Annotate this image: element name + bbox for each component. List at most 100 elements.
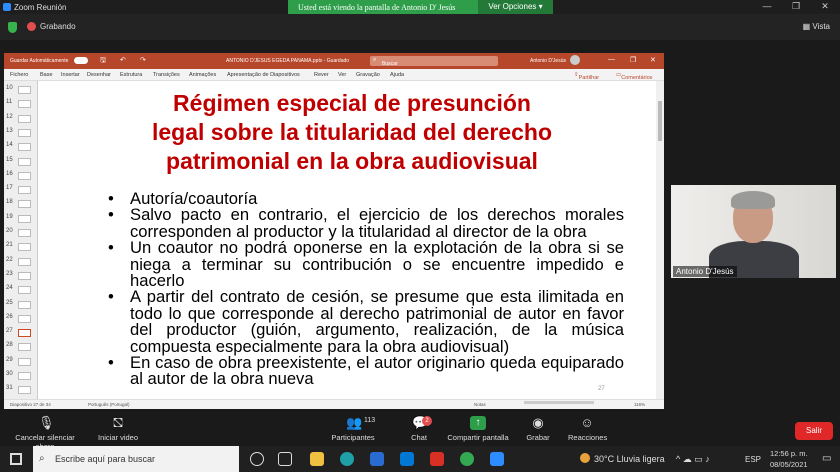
view-button[interactable]: ▦ Vista xyxy=(803,22,830,31)
reactions-button[interactable]: ☺ Reacciones xyxy=(568,416,607,443)
tab-desenhar[interactable]: Desenhar xyxy=(87,72,111,78)
ppt-search-placeholder: Buscar xyxy=(382,61,398,67)
thumbnail-number: 29 xyxy=(6,356,13,363)
slide-thumbnail[interactable] xyxy=(18,186,31,195)
powerpoint-window: Guardar Automáticamente 🖫 ↶ ↷ ANTONIO D'… xyxy=(4,53,664,440)
avatar[interactable] xyxy=(570,55,580,65)
slide-thumbnail[interactable] xyxy=(18,243,31,252)
thumbnail-number: 18 xyxy=(6,199,13,206)
slide-title: Régimen especial de presunción legal sob… xyxy=(48,89,656,176)
tab-gravacao[interactable]: Gravação xyxy=(356,72,380,78)
slide-thumbnail[interactable] xyxy=(18,100,31,109)
share-screen-icon: ↑ xyxy=(470,416,486,430)
close-icon[interactable]: ✕ xyxy=(814,1,836,12)
task-view-icon[interactable] xyxy=(278,452,292,466)
tab-ajuda[interactable]: Ajuda xyxy=(390,72,404,78)
language-indicator[interactable]: ESP xyxy=(745,455,761,464)
tab-rever[interactable]: Rever xyxy=(314,72,329,78)
share-screen-label: Compartir pantalla xyxy=(447,433,509,442)
weather-icon[interactable] xyxy=(580,453,590,463)
clock-date[interactable]: 08/05/2021 xyxy=(770,460,808,469)
edge-icon[interactable] xyxy=(340,452,354,466)
language-indicator[interactable]: Português (Portugal) xyxy=(88,402,130,407)
taskbar-search[interactable]: ⌕ Escribe aquí para buscar xyxy=(33,446,239,472)
slide-thumbnail-strip[interactable]: 10 11 12 13 14 15 16 17 18 19 20 21 22 23 24 25 26 27 28 29… xyxy=(4,81,38,399)
slide-counter: Diapositivo 27 de 34 xyxy=(10,402,51,407)
weather-text[interactable]: 30°C Lluvia ligera xyxy=(594,454,665,464)
store-icon[interactable] xyxy=(370,452,384,466)
ppt-minimize-icon[interactable]: — xyxy=(608,56,615,63)
ppt-restore-icon[interactable]: ❐ xyxy=(630,56,636,64)
tab-insertar[interactable]: Insertar xyxy=(61,72,80,78)
tray-icons[interactable]: ^ ☁ ▭ ♪ xyxy=(676,454,710,465)
maximize-icon[interactable]: ❐ xyxy=(785,1,807,12)
slide-thumbnail[interactable] xyxy=(18,200,31,209)
slide-thumbnail[interactable] xyxy=(18,372,31,380)
slide-thumbnail[interactable] xyxy=(18,257,31,266)
tab-transicoes[interactable]: Transições xyxy=(153,72,180,78)
scrollbar-thumb[interactable] xyxy=(658,101,662,141)
app-icon[interactable] xyxy=(430,452,444,466)
slide-thumbnail[interactable] xyxy=(18,343,31,352)
file-explorer-icon[interactable] xyxy=(310,452,324,466)
search-icon: ⌕ xyxy=(39,453,45,464)
save-icon[interactable]: 🖫 xyxy=(100,56,106,67)
slide-thumbnail[interactable] xyxy=(18,114,31,123)
slide-thumbnail[interactable] xyxy=(18,357,31,366)
zoom-titlebar: Zoom Reunión Usted está viendo la pantal… xyxy=(0,0,840,14)
slide-thumbnail[interactable] xyxy=(18,286,31,295)
ppt-search-box[interactable]: ⌕ Buscar xyxy=(370,56,498,67)
leave-meeting-button[interactable]: Salir xyxy=(795,422,833,440)
tab-base[interactable]: Base xyxy=(40,72,53,78)
security-shield-icon[interactable] xyxy=(8,22,17,33)
chrome-icon[interactable] xyxy=(460,452,474,466)
slide-thumbnail[interactable] xyxy=(18,157,31,166)
slide-thumbnail[interactable] xyxy=(18,171,31,180)
vertical-scrollbar[interactable] xyxy=(656,81,664,399)
zoom-taskbar-icon[interactable] xyxy=(490,452,504,466)
thumbnail-number: 21 xyxy=(6,242,13,249)
share-banner: Usted está viendo la pantalla de Antonio… xyxy=(288,0,553,14)
participant-video-tile[interactable]: Antonio D'Jesús xyxy=(671,185,836,278)
taskbar-search-placeholder: Escribe aquí para buscar xyxy=(55,454,156,464)
slide-thumbnail[interactable] xyxy=(18,229,31,237)
window-title: Zoom Reunión xyxy=(14,3,67,12)
ppt-close-icon[interactable]: ✕ xyxy=(650,56,656,64)
tab-estrutura[interactable]: Estrutura xyxy=(120,72,142,78)
zoom-slider[interactable] xyxy=(524,401,594,404)
redo-icon[interactable]: ↷ xyxy=(140,56,146,64)
zoom-level[interactable]: 116% xyxy=(634,402,645,407)
notifications-icon[interactable]: ▭ xyxy=(822,453,831,464)
slide-thumbnail[interactable] xyxy=(18,329,31,338)
share-screen-button[interactable]: ↑ Compartir pantalla xyxy=(446,416,510,442)
slide-title-line: legal sobre la titularidad del derecho xyxy=(151,119,553,145)
start-video-button[interactable]: ⛞ Iniciar video xyxy=(96,416,140,443)
undo-icon[interactable]: ↶ xyxy=(120,56,126,64)
meeting-toolbar: 🎙 Cancelar silenciar ahora ⛞ Iniciar vid… xyxy=(0,410,840,451)
slide-thumbnail[interactable] xyxy=(18,86,31,94)
comments-button[interactable]: ▭ Comentários xyxy=(616,72,652,81)
tab-animacoes[interactable]: Animações xyxy=(189,72,216,78)
tab-ver[interactable]: Ver xyxy=(338,72,346,78)
slide-number: 27 xyxy=(598,386,605,392)
thumbnail-number: 20 xyxy=(6,228,13,234)
autosave-toggle[interactable] xyxy=(74,57,88,64)
view-options-button[interactable]: Ver Opciones ▾ xyxy=(478,0,553,14)
share-button[interactable]: ⇪ Partilhar xyxy=(574,72,599,81)
slide-thumbnail[interactable] xyxy=(18,128,31,137)
notes-button[interactable]: Notas xyxy=(474,402,486,407)
record-button[interactable]: ◉ Grabar xyxy=(526,416,550,443)
start-button[interactable] xyxy=(0,446,33,472)
slide-thumbnail[interactable] xyxy=(18,143,31,152)
tab-apresentacao[interactable]: Apresentação de Diapositivos xyxy=(227,72,300,78)
slide-thumbnail[interactable] xyxy=(18,214,31,223)
cortana-icon[interactable] xyxy=(250,452,264,466)
slide-thumbnail[interactable] xyxy=(18,386,31,395)
minimize-icon[interactable]: — xyxy=(756,1,778,11)
tab-fichero[interactable]: Fichero xyxy=(10,72,28,78)
slide-thumbnail[interactable] xyxy=(18,314,31,323)
clock-time[interactable]: 12:56 p. m. xyxy=(770,449,808,458)
slide-thumbnail[interactable] xyxy=(18,271,31,280)
slide-thumbnail[interactable] xyxy=(18,300,31,309)
mail-icon[interactable] xyxy=(400,452,414,466)
